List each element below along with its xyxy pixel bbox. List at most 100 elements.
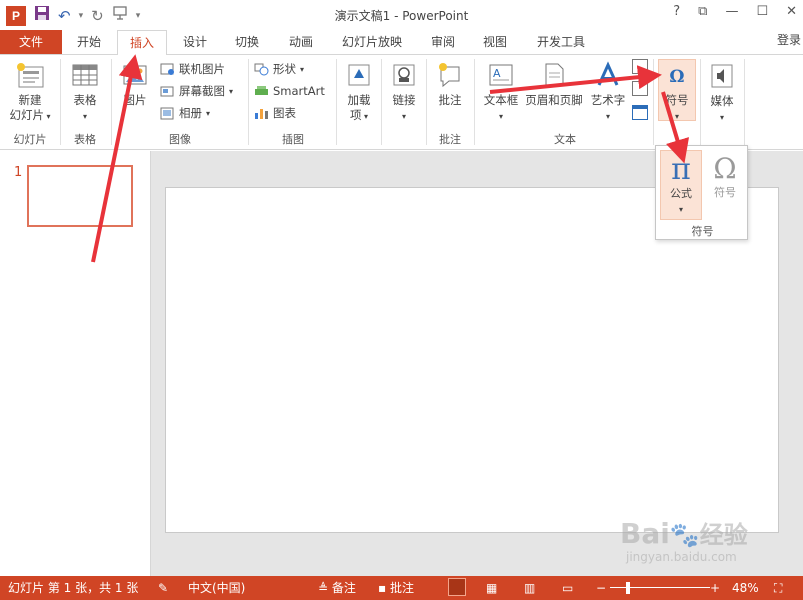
notes-button[interactable]: ≜ 备注 bbox=[318, 580, 356, 596]
slideshow-icon[interactable]: ▭ bbox=[562, 580, 573, 596]
addins-label-1: 加载 bbox=[347, 93, 371, 107]
picture-icon bbox=[123, 65, 147, 85]
normal-view-icon[interactable] bbox=[448, 578, 466, 596]
album-button[interactable]: 相册 ▾ bbox=[160, 103, 210, 123]
minimize-icon[interactable]: — bbox=[725, 4, 738, 19]
symbol-button[interactable]: Ω 符号 bbox=[706, 150, 744, 200]
shapes-icon bbox=[254, 63, 269, 75]
new-slide-label-2: 幻灯片 bbox=[9, 108, 44, 122]
object-icon[interactable] bbox=[632, 105, 648, 120]
table-button[interactable]: 表格 ▾ bbox=[64, 61, 106, 124]
speaker-icon bbox=[711, 64, 733, 88]
tab-insert[interactable]: 插入 bbox=[117, 30, 167, 55]
chevron-down-icon: ▾ bbox=[401, 112, 406, 121]
date-time-icon[interactable] bbox=[632, 59, 648, 74]
chevron-down-icon: ▾ bbox=[206, 108, 211, 118]
chevron-down-icon: ▾ bbox=[82, 112, 87, 121]
zoom-in-icon[interactable]: + bbox=[710, 580, 720, 596]
omega-icon: Ω bbox=[669, 67, 684, 87]
chevron-down-icon: ▾ bbox=[498, 112, 503, 121]
smartart-icon bbox=[255, 85, 268, 95]
tab-view[interactable]: 视图 bbox=[472, 30, 518, 54]
comment-button[interactable]: 批注 bbox=[430, 61, 470, 108]
tab-transitions[interactable]: 切换 bbox=[222, 30, 272, 54]
title-bar: P ↶ ▾ ↻ ▾ 演示文稿1 - PowerPoint ? ⧉ — ☐ ✕ bbox=[0, 0, 803, 30]
slide-thumbnail[interactable] bbox=[27, 165, 133, 227]
comments-button[interactable]: ▪ 批注 bbox=[378, 580, 414, 596]
comment-icon bbox=[439, 63, 460, 88]
chevron-down-icon: ▾ bbox=[678, 205, 683, 214]
comment-icon: ▪ bbox=[378, 581, 390, 595]
wordart-button[interactable]: 艺术字 ▾ bbox=[586, 61, 630, 124]
smartart-label: SmartArt bbox=[273, 84, 325, 98]
link-label: 链接 bbox=[392, 93, 416, 107]
group-divider bbox=[248, 59, 249, 145]
screenshot-icon bbox=[160, 86, 174, 96]
ribbon-display-icon[interactable]: ⧉ bbox=[698, 4, 707, 19]
group-divider bbox=[426, 59, 427, 145]
chevron-down-icon: ▾ bbox=[361, 112, 369, 121]
svg-text:A: A bbox=[493, 67, 501, 80]
zoom-slider-thumb[interactable] bbox=[626, 582, 630, 594]
zoom-out-icon[interactable]: − bbox=[596, 580, 606, 596]
new-slide-label-1: 新建 bbox=[18, 93, 42, 107]
slide-number: 1 bbox=[14, 165, 23, 180]
wordart-label: 艺术字 bbox=[590, 93, 626, 107]
comment-label: 批注 bbox=[438, 93, 462, 107]
group-divider bbox=[111, 59, 112, 145]
online-picture-button[interactable]: 联机图片 bbox=[160, 59, 225, 79]
link-button[interactable]: 链接 ▾ bbox=[385, 61, 423, 124]
tab-developer[interactable]: 开发工具 bbox=[526, 30, 596, 54]
album-label: 相册 bbox=[179, 106, 202, 120]
picture-button[interactable]: 图片 bbox=[115, 61, 155, 108]
slide-info: 幻灯片 第 1 张，共 1 张 bbox=[8, 581, 139, 595]
group-label-images: 图像 bbox=[169, 133, 191, 146]
table-label: 表格 bbox=[73, 93, 97, 107]
ribbon: 新建 幻灯片 ▾ 幻灯片 表格 ▾ 表格 图片 联机图片 屏幕截图 ▾ 相册 ▾ … bbox=[0, 54, 803, 150]
zoom-level[interactable]: 48% bbox=[732, 580, 759, 596]
ribbon-tabs: 文件 开始 插入 设计 切换 动画 幻灯片放映 审阅 视图 开发工具 登录 bbox=[0, 30, 803, 55]
fit-to-window-icon[interactable]: ⛶ bbox=[774, 580, 782, 596]
close-icon[interactable]: ✕ bbox=[786, 4, 797, 19]
textbox-button[interactable]: A 文本框 ▾ bbox=[480, 61, 522, 124]
maximize-icon[interactable]: ☐ bbox=[756, 4, 768, 19]
watermark-brand-2: 经验 bbox=[699, 521, 748, 549]
chart-button[interactable]: 图表 bbox=[254, 103, 296, 123]
album-icon bbox=[160, 107, 174, 119]
picture-label: 图片 bbox=[123, 93, 147, 107]
header-footer-label: 页眉和页脚 bbox=[525, 93, 583, 107]
tab-animations[interactable]: 动画 bbox=[276, 30, 326, 54]
symbols-dropdown: π 公式 ▾ Ω 符号 符号 bbox=[655, 145, 748, 240]
addins-button[interactable]: 加载 项 ▾ bbox=[340, 61, 378, 124]
baidu-watermark: Bai🐾经验 jingyan.baidu.com bbox=[620, 515, 748, 564]
shapes-button[interactable]: 形状 ▾ bbox=[254, 59, 304, 79]
tab-file[interactable]: 文件 bbox=[0, 30, 62, 54]
tab-slideshow[interactable]: 幻灯片放映 bbox=[332, 30, 412, 54]
paw-icon: 🐾 bbox=[669, 521, 700, 549]
group-label-illustrations: 插图 bbox=[282, 133, 304, 146]
online-picture-icon bbox=[160, 63, 174, 75]
screenshot-button[interactable]: 屏幕截图 ▾ bbox=[160, 81, 233, 101]
slide-sorter-icon[interactable]: ▦ bbox=[486, 580, 497, 596]
reading-view-icon[interactable]: ▥ bbox=[524, 580, 535, 596]
tab-review[interactable]: 审阅 bbox=[420, 30, 466, 54]
help-icon[interactable]: ? bbox=[673, 4, 680, 19]
equation-button[interactable]: π 公式 ▾ bbox=[660, 150, 702, 220]
symbols-button[interactable]: Ω 符号 ▾ bbox=[658, 59, 696, 121]
group-divider bbox=[474, 59, 475, 145]
spellcheck-icon[interactable]: ✎ bbox=[158, 580, 168, 596]
chart-label: 图表 bbox=[273, 106, 296, 120]
tab-design[interactable]: 设计 bbox=[170, 30, 220, 54]
wordart-icon bbox=[597, 61, 619, 86]
chevron-down-icon: ▾ bbox=[300, 64, 305, 74]
language-indicator[interactable]: 中文(中国) bbox=[188, 580, 245, 596]
media-button[interactable]: 媒体 ▾ bbox=[704, 59, 740, 125]
login-link[interactable]: 登录 bbox=[777, 30, 801, 50]
header-footer-button[interactable]: 页眉和页脚 bbox=[522, 61, 586, 108]
slide-number-icon[interactable] bbox=[632, 81, 648, 96]
zoom-slider[interactable] bbox=[610, 587, 710, 588]
tab-home[interactable]: 开始 bbox=[64, 30, 114, 54]
new-slide-button[interactable]: 新建 幻灯片 ▾ bbox=[4, 61, 56, 124]
header-footer-icon bbox=[545, 63, 564, 87]
smartart-button[interactable]: SmartArt bbox=[254, 81, 325, 101]
